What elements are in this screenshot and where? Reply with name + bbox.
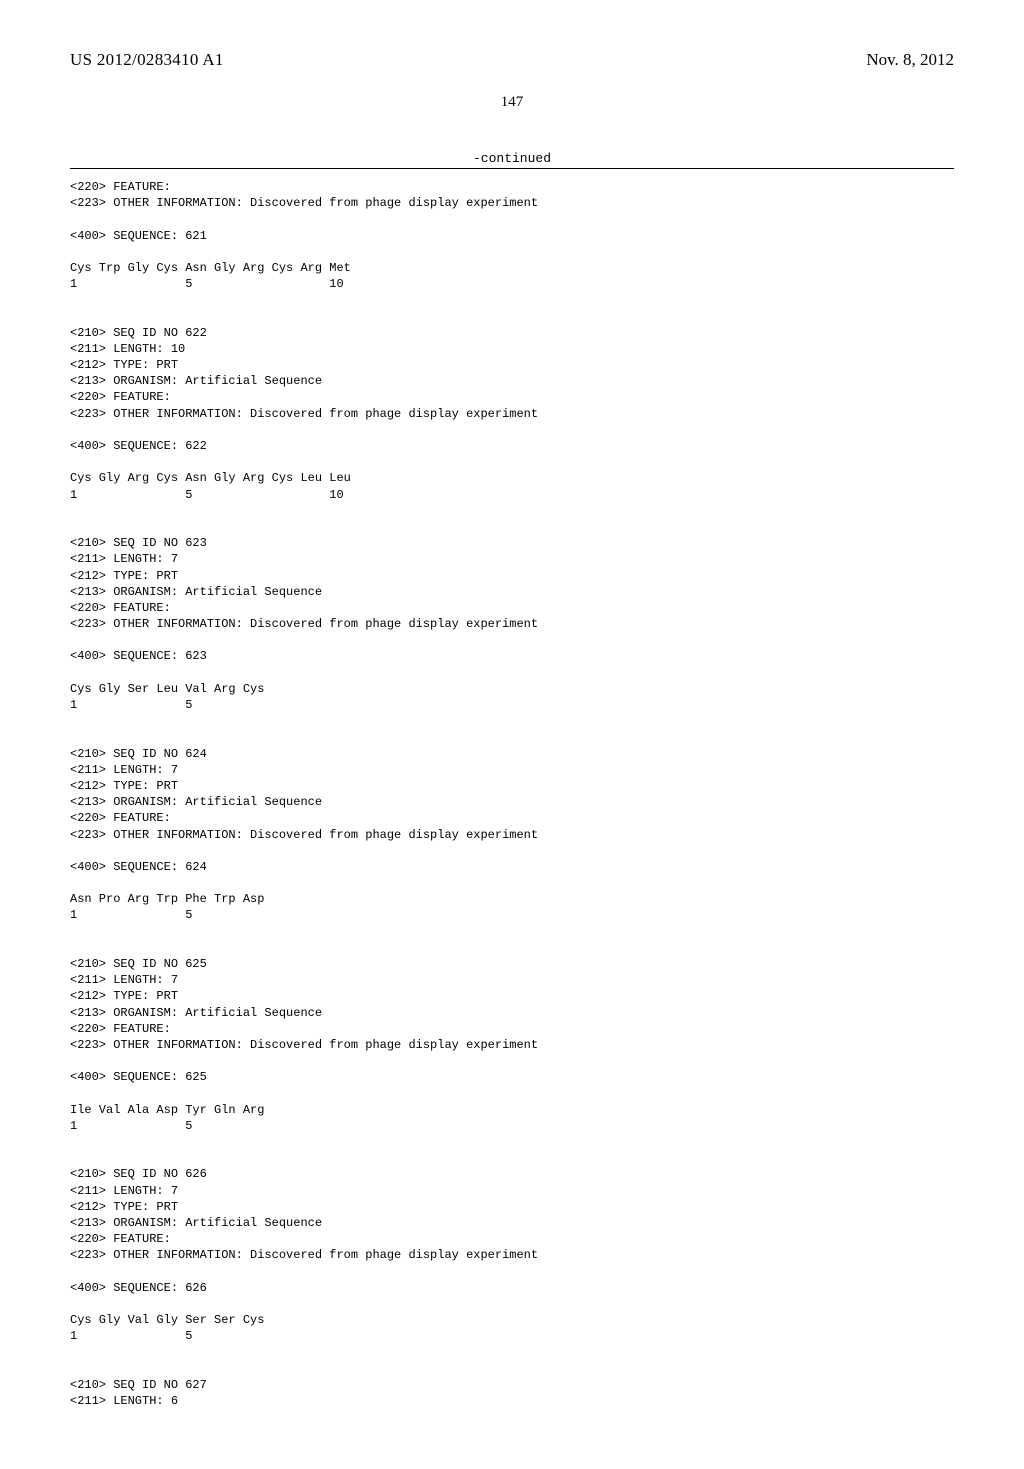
- sequence-line: <213> ORGANISM: Artificial Sequence: [70, 584, 954, 600]
- sequence-line: [70, 1086, 954, 1102]
- sequence-line: 1 5 10: [70, 276, 954, 292]
- sequence-line: Cys Gly Val Gly Ser Ser Cys: [70, 1312, 954, 1328]
- sequence-line: <212> TYPE: PRT: [70, 357, 954, 373]
- sequence-line: <220> FEATURE:: [70, 1021, 954, 1037]
- sequence-line: [70, 422, 954, 438]
- sequence-line: 1 5: [70, 1328, 954, 1344]
- sequence-line: Asn Pro Arg Trp Phe Trp Asp: [70, 891, 954, 907]
- sequence-line: [70, 843, 954, 859]
- sequence-line: <223> OTHER INFORMATION: Discovered from…: [70, 1037, 954, 1053]
- sequence-listing: <220> FEATURE:<223> OTHER INFORMATION: D…: [70, 168, 954, 1409]
- sequence-line: [70, 292, 954, 308]
- sequence-line: [70, 729, 954, 745]
- sequence-line: [70, 924, 954, 940]
- document-date: Nov. 8, 2012: [866, 50, 954, 70]
- sequence-line: <400> SEQUENCE: 621: [70, 228, 954, 244]
- sequence-line: <223> OTHER INFORMATION: Discovered from…: [70, 195, 954, 211]
- sequence-line: <223> OTHER INFORMATION: Discovered from…: [70, 1247, 954, 1263]
- sequence-line: [70, 1264, 954, 1280]
- sequence-line: <211> LENGTH: 6: [70, 1393, 954, 1409]
- sequence-line: Cys Gly Arg Cys Asn Gly Arg Cys Leu Leu: [70, 470, 954, 486]
- sequence-line: <223> OTHER INFORMATION: Discovered from…: [70, 616, 954, 632]
- sequence-line: <213> ORGANISM: Artificial Sequence: [70, 794, 954, 810]
- document-id: US 2012/0283410 A1: [70, 50, 224, 70]
- page-container: US 2012/0283410 A1 Nov. 8, 2012 147 -con…: [0, 0, 1024, 1469]
- sequence-line: [70, 211, 954, 227]
- sequence-line: 1 5: [70, 907, 954, 923]
- sequence-line: Cys Gly Ser Leu Val Arg Cys: [70, 681, 954, 697]
- sequence-line: <210> SEQ ID NO 624: [70, 746, 954, 762]
- sequence-line: <220> FEATURE:: [70, 179, 954, 195]
- sequence-line: <210> SEQ ID NO 623: [70, 535, 954, 551]
- sequence-line: <211> LENGTH: 7: [70, 1183, 954, 1199]
- continued-label: -continued: [70, 151, 954, 166]
- sequence-line: <210> SEQ ID NO 626: [70, 1166, 954, 1182]
- sequence-line: [70, 1053, 954, 1069]
- sequence-line: [70, 713, 954, 729]
- sequence-line: <220> FEATURE:: [70, 600, 954, 616]
- sequence-line: <213> ORGANISM: Artificial Sequence: [70, 1215, 954, 1231]
- sequence-line: [70, 454, 954, 470]
- sequence-line: <210> SEQ ID NO 622: [70, 325, 954, 341]
- sequence-line: [70, 519, 954, 535]
- sequence-line: <213> ORGANISM: Artificial Sequence: [70, 1005, 954, 1021]
- sequence-line: <212> TYPE: PRT: [70, 988, 954, 1004]
- sequence-line: <213> ORGANISM: Artificial Sequence: [70, 373, 954, 389]
- sequence-line: <223> OTHER INFORMATION: Discovered from…: [70, 406, 954, 422]
- sequence-line: <210> SEQ ID NO 627: [70, 1377, 954, 1393]
- sequence-line: <400> SEQUENCE: 624: [70, 859, 954, 875]
- sequence-line: <220> FEATURE:: [70, 1231, 954, 1247]
- sequence-line: <223> OTHER INFORMATION: Discovered from…: [70, 827, 954, 843]
- sequence-line: 1 5: [70, 1118, 954, 1134]
- sequence-line: [70, 1134, 954, 1150]
- page-header: US 2012/0283410 A1 Nov. 8, 2012: [70, 50, 954, 70]
- sequence-line: [70, 244, 954, 260]
- sequence-line: <400> SEQUENCE: 622: [70, 438, 954, 454]
- sequence-line: <211> LENGTH: 7: [70, 972, 954, 988]
- sequence-line: <212> TYPE: PRT: [70, 568, 954, 584]
- page-number: 147: [70, 94, 954, 111]
- sequence-line: 1 5: [70, 697, 954, 713]
- sequence-line: <211> LENGTH: 7: [70, 762, 954, 778]
- sequence-line: <400> SEQUENCE: 625: [70, 1069, 954, 1085]
- sequence-line: <210> SEQ ID NO 625: [70, 956, 954, 972]
- sequence-line: <211> LENGTH: 10: [70, 341, 954, 357]
- sequence-line: 1 5 10: [70, 487, 954, 503]
- sequence-line: <211> LENGTH: 7: [70, 551, 954, 567]
- sequence-line: [70, 1345, 954, 1361]
- sequence-line: [70, 632, 954, 648]
- sequence-line: [70, 503, 954, 519]
- sequence-line: <212> TYPE: PRT: [70, 1199, 954, 1215]
- sequence-line: [70, 1150, 954, 1166]
- sequence-line: Ile Val Ala Asp Tyr Gln Arg: [70, 1102, 954, 1118]
- sequence-line: [70, 1296, 954, 1312]
- sequence-line: [70, 309, 954, 325]
- sequence-line: <400> SEQUENCE: 623: [70, 648, 954, 664]
- sequence-line: <220> FEATURE:: [70, 810, 954, 826]
- sequence-line: Cys Trp Gly Cys Asn Gly Arg Cys Arg Met: [70, 260, 954, 276]
- sequence-line: <212> TYPE: PRT: [70, 778, 954, 794]
- sequence-line: <220> FEATURE:: [70, 389, 954, 405]
- sequence-line: [70, 940, 954, 956]
- sequence-line: [70, 1361, 954, 1377]
- sequence-line: <400> SEQUENCE: 626: [70, 1280, 954, 1296]
- sequence-line: [70, 665, 954, 681]
- sequence-line: [70, 875, 954, 891]
